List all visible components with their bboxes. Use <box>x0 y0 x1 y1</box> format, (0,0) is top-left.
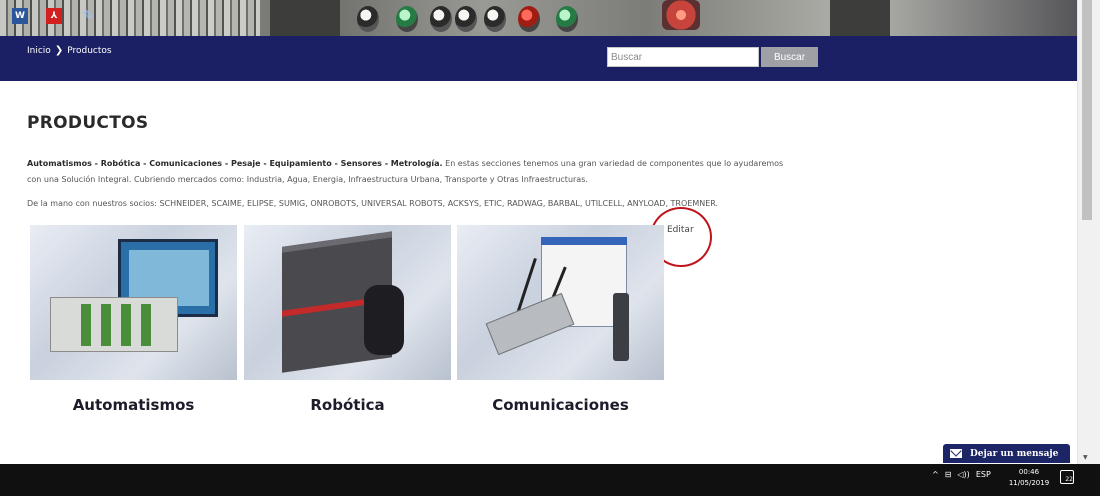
search-input[interactable] <box>607 47 759 67</box>
clock-time: 00:46 <box>1018 468 1040 476</box>
intro-paragraph: Automatismos - Robótica - Comunicaciones… <box>27 156 797 188</box>
language-indicator[interactable]: ESP <box>976 470 991 479</box>
mail-icon <box>950 449 962 458</box>
chevron-right-icon: ❯ <box>54 45 64 56</box>
windows-taskbar <box>0 464 1100 496</box>
breadcrumb-current: Productos <box>67 45 112 56</box>
product-label-comunicaciones[interactable]: Comunicaciones <box>457 396 664 414</box>
chevron-up-icon[interactable]: ^ <box>932 470 939 479</box>
leave-message-label: Dejar un mensaje <box>970 448 1059 459</box>
leave-message-button[interactable]: Dejar un mensaje <box>943 444 1070 463</box>
notification-count: 22 <box>1065 476 1073 483</box>
product-label-robotica[interactable]: Robótica <box>244 396 451 414</box>
navigation-bar <box>0 36 1077 81</box>
notification-icon[interactable]: 22 <box>1060 470 1074 484</box>
scroll-down-arrow-icon[interactable]: ▼ <box>1083 454 1088 461</box>
product-label-automatismos[interactable]: Automatismos <box>30 396 237 414</box>
product-image-comunicaciones[interactable] <box>457 225 664 380</box>
app-icon[interactable]: ✎ <box>80 8 96 24</box>
product-image-robotica[interactable] <box>244 225 451 380</box>
volume-icon[interactable]: ◁)) <box>957 470 969 479</box>
page: Inicio ❯ Productos Buscar ▼ PRODUCTOS Au… <box>0 0 1100 496</box>
word-icon[interactable]: W <box>12 8 28 24</box>
hero-banner-image <box>0 0 1077 36</box>
page-title: PRODUCTOS <box>27 113 149 133</box>
product-image-automatismos[interactable] <box>30 225 237 380</box>
intro-categories: Automatismos - Robótica - Comunicaciones… <box>27 159 443 168</box>
breadcrumb: Inicio ❯ Productos <box>27 45 112 56</box>
clock-date: 11/05/2019 <box>1008 479 1050 487</box>
partners-text: De la mano con nuestros socios: SCHNEIDE… <box>27 199 719 208</box>
taskbar-clock[interactable]: 00:46 11/05/2019 <box>1008 467 1050 489</box>
scrollbar-thumb[interactable] <box>1082 0 1092 220</box>
pdf-icon[interactable]: ⅄ <box>46 8 62 24</box>
breadcrumb-home-link[interactable]: Inicio <box>27 46 51 56</box>
network-icon[interactable]: ⊟ <box>945 470 952 479</box>
search-button[interactable]: Buscar <box>761 47 818 67</box>
page-scrollbar[interactable]: ▼ <box>1077 0 1100 464</box>
system-tray: ^ ⊟ ◁)) ESP <box>932 470 991 479</box>
